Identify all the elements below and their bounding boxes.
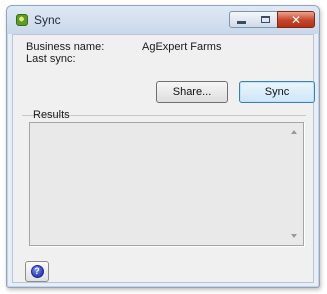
minimize-icon [237,20,246,24]
business-name-label: Business name: [26,41,105,53]
maximize-icon [260,16,270,23]
maximize-button[interactable] [253,11,278,28]
scroll-down-icon[interactable] [291,234,297,238]
title-bar[interactable]: Sync ✕ [7,6,319,34]
business-name-value: AgExpert Farms [142,41,222,53]
close-icon: ✕ [290,12,302,27]
results-label: Results [33,109,70,121]
sync-window: Sync ✕ Business name: AgExpert Farms Las… [6,5,320,288]
app-logo-icon [16,14,28,26]
dialog-body: Business name: AgExpert Farms Last sync:… [12,34,315,283]
share-button[interactable]: Share... [156,81,228,103]
results-scrollbar[interactable] [287,123,303,245]
minimize-button[interactable] [229,11,254,28]
close-button[interactable]: ✕ [277,11,315,28]
results-textbox[interactable] [29,122,304,246]
scroll-up-icon[interactable] [291,130,297,134]
window-title: Sync [34,13,61,27]
help-button[interactable]: ? [25,261,49,282]
last-sync-label: Last sync: [26,53,76,65]
sync-button[interactable]: Sync [239,81,315,103]
help-icon: ? [30,265,44,278]
